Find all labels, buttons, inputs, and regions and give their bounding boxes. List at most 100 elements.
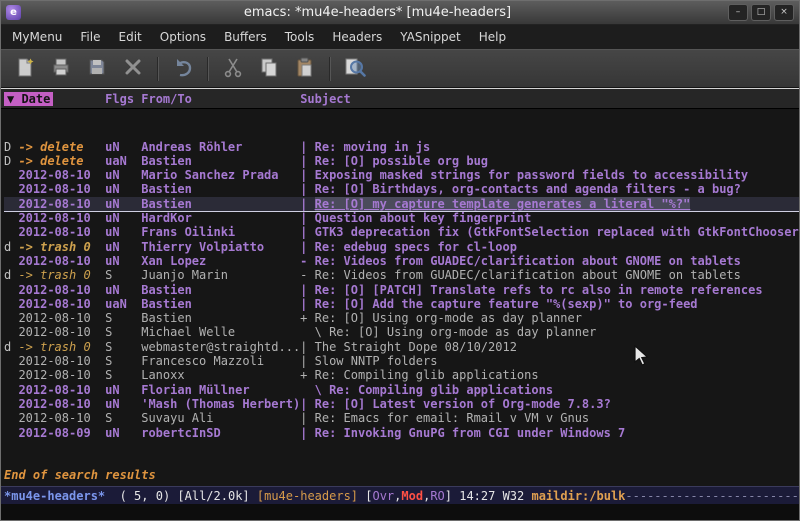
message-row[interactable]: 2012-08-10uN'Mash (Thomas Herbert)| Re: …: [4, 397, 799, 411]
message-row[interactable]: 2012-08-10uNXan Lopez- Re: Videos from G…: [4, 254, 799, 268]
message-row[interactable]: 2012-08-10uNBastien| Re: [O] my capture …: [4, 197, 799, 211]
message-date: 2012-08-10: [18, 325, 105, 339]
modeline-comma: ,: [423, 489, 430, 503]
modeline-stats: ( 5, 0) [All/2.0k]: [105, 489, 257, 503]
message-date: 2012-08-10: [18, 182, 105, 196]
thread-separator: \: [300, 383, 329, 397]
message-row[interactable]: 2012-08-10uNFlorian Müllner \ Re: Compil…: [4, 383, 799, 397]
message-row[interactable]: 2012-08-10SFrancesco Mazzoli| Slow NNTP …: [4, 354, 799, 368]
message-row[interactable]: 2012-08-10uNMario Sanchez Prada| Exposin…: [4, 168, 799, 182]
message-row[interactable]: 2012-08-09uNrobertcInSD| Re: Invoking Gn…: [4, 426, 799, 440]
message-row[interactable]: 2012-08-10uNHardKor| Question about key …: [4, 211, 799, 225]
menu-options[interactable]: Options: [151, 27, 215, 47]
close-button[interactable]: ×: [774, 4, 794, 21]
message-subject: Re: [O] Using org-mode as day planner: [329, 325, 596, 339]
thread-separator: +: [300, 368, 314, 382]
message-from: Juanjo Marin: [141, 268, 300, 282]
window-title: emacs: *mu4e-headers* [mu4e-headers]: [27, 5, 728, 20]
message-row[interactable]: d-> trash 0Swebmaster@straightd...| The …: [4, 340, 799, 354]
thread-separator: |: [300, 154, 314, 168]
message-subject: Re: [O] Latest version of Org-mode 7.8.3…: [315, 397, 611, 411]
message-from: Bastien: [141, 154, 300, 168]
thread-separator: |: [300, 211, 314, 225]
minibuffer[interactable]: [1, 504, 799, 520]
menu-file[interactable]: File: [71, 27, 109, 47]
message-from: Francesco Mazzoli: [141, 354, 300, 368]
modeline-flags-open: [: [358, 489, 372, 503]
message-from: webmaster@straightd...: [141, 340, 300, 354]
menu-edit[interactable]: Edit: [110, 27, 151, 47]
maximize-button[interactable]: □: [751, 4, 771, 21]
message-row[interactable]: 2012-08-10uNFrans Oilinki| GTK3 deprecat…: [4, 225, 799, 239]
modeline-dashes: --------------------------------: [625, 489, 799, 503]
message-row[interactable]: D-> deleteuNAndreas Röhler| Re: moving i…: [4, 140, 799, 154]
paste-button[interactable]: [287, 54, 323, 84]
message-flags: uaN: [105, 297, 141, 311]
paste-icon: [294, 56, 316, 81]
window-controls: – □ ×: [728, 4, 794, 21]
new-file-button[interactable]: [7, 54, 43, 84]
message-row[interactable]: 2012-08-10SLanoxx+ Re: Compiling glib ap…: [4, 368, 799, 382]
menu-help[interactable]: Help: [470, 27, 515, 47]
message-date: -> trash 0: [18, 268, 105, 282]
close-buffer-button[interactable]: [115, 54, 151, 84]
mark-flag: d: [4, 340, 18, 354]
menu-headers[interactable]: Headers: [323, 27, 391, 47]
message-from: Florian Müllner: [141, 383, 300, 397]
message-row[interactable]: d-> trash 0uNThierry Volpiatto| Re: edeb…: [4, 240, 799, 254]
message-flags: uN: [105, 197, 141, 211]
message-date: -> delete: [18, 154, 105, 168]
message-flags: S: [105, 311, 141, 325]
message-row[interactable]: 2012-08-10SMichael Welle \ Re: [O] Using…: [4, 325, 799, 339]
copy-button[interactable]: [251, 54, 287, 84]
message-row[interactable]: d-> trash 0SJuanjo Marin- Re: Videos fro…: [4, 268, 799, 282]
message-from: Xan Lopez: [141, 254, 300, 268]
message-row[interactable]: 2012-08-10uNBastien| Re: [O] Birthdays, …: [4, 182, 799, 196]
message-from: Lanoxx: [141, 368, 300, 382]
message-row[interactable]: 2012-08-10uaNBastien| Re: [O] Add the ca…: [4, 297, 799, 311]
header-col-flags[interactable]: Flgs: [105, 92, 141, 106]
modeline[interactable]: *mu4e-headers* ( 5, 0) [All/2.0k] [mu4e-…: [1, 486, 799, 504]
message-from: Bastien: [141, 311, 300, 325]
message-row[interactable]: 2012-08-10SSuvayu Ali| Re: Emacs for ema…: [4, 411, 799, 425]
message-from: HardKor: [141, 211, 300, 225]
message-flags: S: [105, 411, 141, 425]
message-date: 2012-08-10: [18, 368, 105, 382]
message-subject: Re: moving in js: [315, 140, 431, 154]
message-list: D-> deleteuNAndreas Röhler| Re: moving i…: [4, 140, 799, 440]
menu-buffers[interactable]: Buffers: [215, 27, 276, 47]
search-button[interactable]: [337, 54, 373, 84]
thread-separator: |: [300, 426, 314, 440]
message-row[interactable]: 2012-08-10SBastien+ Re: [O] Using org-mo…: [4, 311, 799, 325]
menu-yasnippet[interactable]: YASnippet: [391, 27, 470, 47]
header-col-subject[interactable]: Subject: [300, 92, 351, 106]
message-from: robertcInSD: [141, 426, 300, 440]
titlebar[interactable]: e emacs: *mu4e-headers* [mu4e-headers] –…: [1, 1, 799, 25]
message-row[interactable]: 2012-08-10uNBastien| Re: [O] [PATCH] Tra…: [4, 283, 799, 297]
message-date: 2012-08-10: [18, 311, 105, 325]
thread-separator: |: [300, 140, 314, 154]
sort-column-chip[interactable]: ▼ Date: [4, 92, 53, 106]
message-flags: uN: [105, 140, 141, 154]
message-from: Bastien: [141, 182, 300, 196]
message-flags: uN: [105, 182, 141, 196]
header-col-from[interactable]: From/To: [141, 92, 300, 106]
thread-separator: \: [300, 325, 329, 339]
message-from: Bastien: [141, 297, 300, 311]
save-button[interactable]: [79, 54, 115, 84]
header-col-date[interactable]: ▼ Date: [4, 92, 105, 106]
message-subject: Re: Compiling glib applications: [329, 383, 553, 397]
minimize-button[interactable]: –: [728, 4, 748, 21]
message-from: 'Mash (Thomas Herbert): [141, 397, 300, 411]
message-flags: S: [105, 354, 141, 368]
print-button[interactable]: [43, 54, 79, 84]
headers-buffer[interactable]: D-> deleteuNAndreas Röhler| Re: moving i…: [1, 109, 799, 486]
cut-button[interactable]: [215, 54, 251, 84]
message-from: Thierry Volpiatto: [141, 240, 300, 254]
mark-flag: D: [4, 140, 18, 154]
menu-mymenu[interactable]: MyMenu: [3, 27, 71, 47]
undo-button[interactable]: [165, 54, 201, 84]
thread-separator: |: [300, 397, 314, 411]
menu-tools[interactable]: Tools: [276, 27, 324, 47]
message-row[interactable]: D-> deleteuaNBastien| Re: [O] possible o…: [4, 154, 799, 168]
